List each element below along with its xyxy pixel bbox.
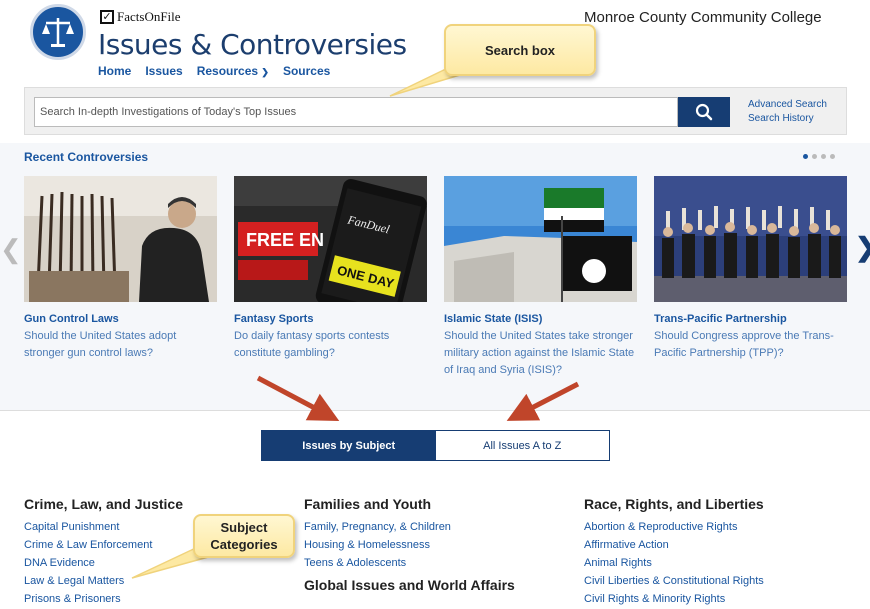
subject-link[interactable]: Family, Pregnancy, & Children bbox=[304, 521, 515, 533]
chevron-down-icon: ❯ bbox=[261, 67, 269, 77]
card-fantasy-sports[interactable]: FREE EN FanDuel ONE DAY Fantasy Sports D… bbox=[234, 176, 427, 362]
fantasy-sports-photo[interactable]: FREE EN FanDuel ONE DAY bbox=[234, 176, 427, 302]
subject-heading[interactable]: Global Issues and World Affairs bbox=[304, 577, 515, 593]
publisher-brand: ✓ FactsOnFile bbox=[100, 9, 181, 25]
search-icon bbox=[695, 103, 713, 121]
subject-link[interactable]: Animal Rights bbox=[584, 557, 764, 569]
carousel-dot[interactable] bbox=[812, 154, 817, 159]
search-history-link[interactable]: Search History bbox=[748, 112, 827, 126]
subject-link[interactable]: Crime & Law Enforcement bbox=[24, 539, 183, 551]
carousel-prev-arrow-icon[interactable]: ❮ bbox=[0, 234, 22, 265]
carousel-dot[interactable] bbox=[830, 154, 835, 159]
card-trans-pacific[interactable]: Trans-Pacific Partnership Should Congres… bbox=[654, 176, 847, 362]
subject-link[interactable]: Affirmative Action bbox=[584, 539, 764, 551]
callout-search-box: Search box bbox=[444, 24, 596, 76]
nav-issues[interactable]: Issues bbox=[145, 64, 182, 78]
subject-link[interactable]: Teens & Adolescents bbox=[304, 557, 515, 569]
carousel-next-arrow-icon[interactable]: ❯ bbox=[855, 232, 870, 263]
publisher-name: FactsOnFile bbox=[117, 9, 181, 24]
subject-link[interactable]: Capital Punishment bbox=[24, 521, 183, 533]
site-title[interactable]: Issues & Controversies bbox=[98, 28, 407, 61]
carousel-dot[interactable] bbox=[821, 154, 826, 159]
search-input[interactable] bbox=[34, 97, 678, 127]
browse-tabs: Issues by Subject All Issues A to Z bbox=[261, 430, 610, 461]
card-description[interactable]: Should Congress approve the Trans-Pacifi… bbox=[654, 328, 847, 362]
isis-flags-photo[interactable] bbox=[444, 176, 637, 302]
carousel-indicator bbox=[803, 154, 835, 159]
search-links: Advanced Search Search History bbox=[748, 98, 827, 126]
site-logo[interactable] bbox=[30, 4, 86, 60]
tab-issues-by-subject[interactable]: Issues by Subject bbox=[262, 431, 436, 460]
card-description[interactable]: Do daily fantasy sports contests constit… bbox=[234, 328, 427, 362]
main-nav: Home Issues Resources ❯ Sources bbox=[98, 64, 330, 78]
subject-link[interactable]: Civil Rights & Minority Rights bbox=[584, 593, 764, 605]
nav-home[interactable]: Home bbox=[98, 64, 131, 78]
scales-of-justice-icon bbox=[42, 18, 74, 47]
card-title[interactable]: Trans-Pacific Partnership bbox=[654, 313, 847, 325]
nav-sources[interactable]: Sources bbox=[283, 64, 330, 78]
subject-heading[interactable]: Families and Youth bbox=[304, 496, 515, 512]
search-button[interactable] bbox=[678, 97, 730, 127]
subject-link[interactable]: Prisons & Prisoners bbox=[24, 593, 183, 605]
subject-column-crime-law: Crime, Law, and Justice Capital Punishme… bbox=[24, 496, 183, 609]
subject-link[interactable]: Housing & Homelessness bbox=[304, 539, 515, 551]
subject-link[interactable]: Civil Liberties & Constitutional Rights bbox=[584, 575, 764, 587]
subject-link[interactable]: Abortion & Reproductive Rights bbox=[584, 521, 764, 533]
card-islamic-state[interactable]: Islamic State (ISIS) Should the United S… bbox=[444, 176, 637, 379]
tab-all-issues-a-to-z[interactable]: All Issues A to Z bbox=[435, 431, 609, 460]
card-title[interactable]: Fantasy Sports bbox=[234, 313, 427, 325]
subject-column-race-rights: Race, Rights, and Liberties Abortion & R… bbox=[584, 496, 764, 609]
checkbox-logo-icon: ✓ bbox=[100, 10, 114, 24]
subject-column-families-youth: Families and Youth Family, Pregnancy, & … bbox=[304, 496, 515, 602]
institution-name: Monroe County Community College bbox=[584, 9, 822, 26]
nav-resources-label: Resources bbox=[196, 64, 259, 78]
recent-controversies-heading: Recent Controversies bbox=[24, 150, 149, 164]
card-gun-control[interactable]: Gun Control Laws Should the United State… bbox=[24, 176, 217, 362]
card-description[interactable]: Should the United States take stronger m… bbox=[444, 328, 637, 379]
card-title[interactable]: Gun Control Laws bbox=[24, 313, 217, 325]
subject-link[interactable]: DNA Evidence bbox=[24, 557, 183, 569]
subject-link[interactable]: Law & Legal Matters bbox=[24, 575, 183, 587]
gun-shop-photo[interactable] bbox=[24, 176, 217, 302]
svg-text:FREE EN: FREE EN bbox=[246, 230, 324, 250]
callout-line: Categories bbox=[210, 537, 278, 552]
subject-heading[interactable]: Race, Rights, and Liberties bbox=[584, 496, 764, 512]
subject-heading[interactable]: Crime, Law, and Justice bbox=[24, 496, 183, 512]
card-description[interactable]: Should the United States adopt stronger … bbox=[24, 328, 217, 362]
search-bar: Advanced Search Search History bbox=[24, 87, 847, 135]
advanced-search-link[interactable]: Advanced Search bbox=[748, 98, 827, 112]
callout-subject-categories: Subject Categories bbox=[193, 514, 295, 558]
callout-line: Subject bbox=[220, 520, 268, 535]
carousel-dot[interactable] bbox=[803, 154, 808, 159]
card-title[interactable]: Islamic State (ISIS) bbox=[444, 313, 637, 325]
tpp-leaders-photo[interactable] bbox=[654, 176, 847, 302]
nav-resources[interactable]: Resources ❯ bbox=[197, 64, 269, 78]
